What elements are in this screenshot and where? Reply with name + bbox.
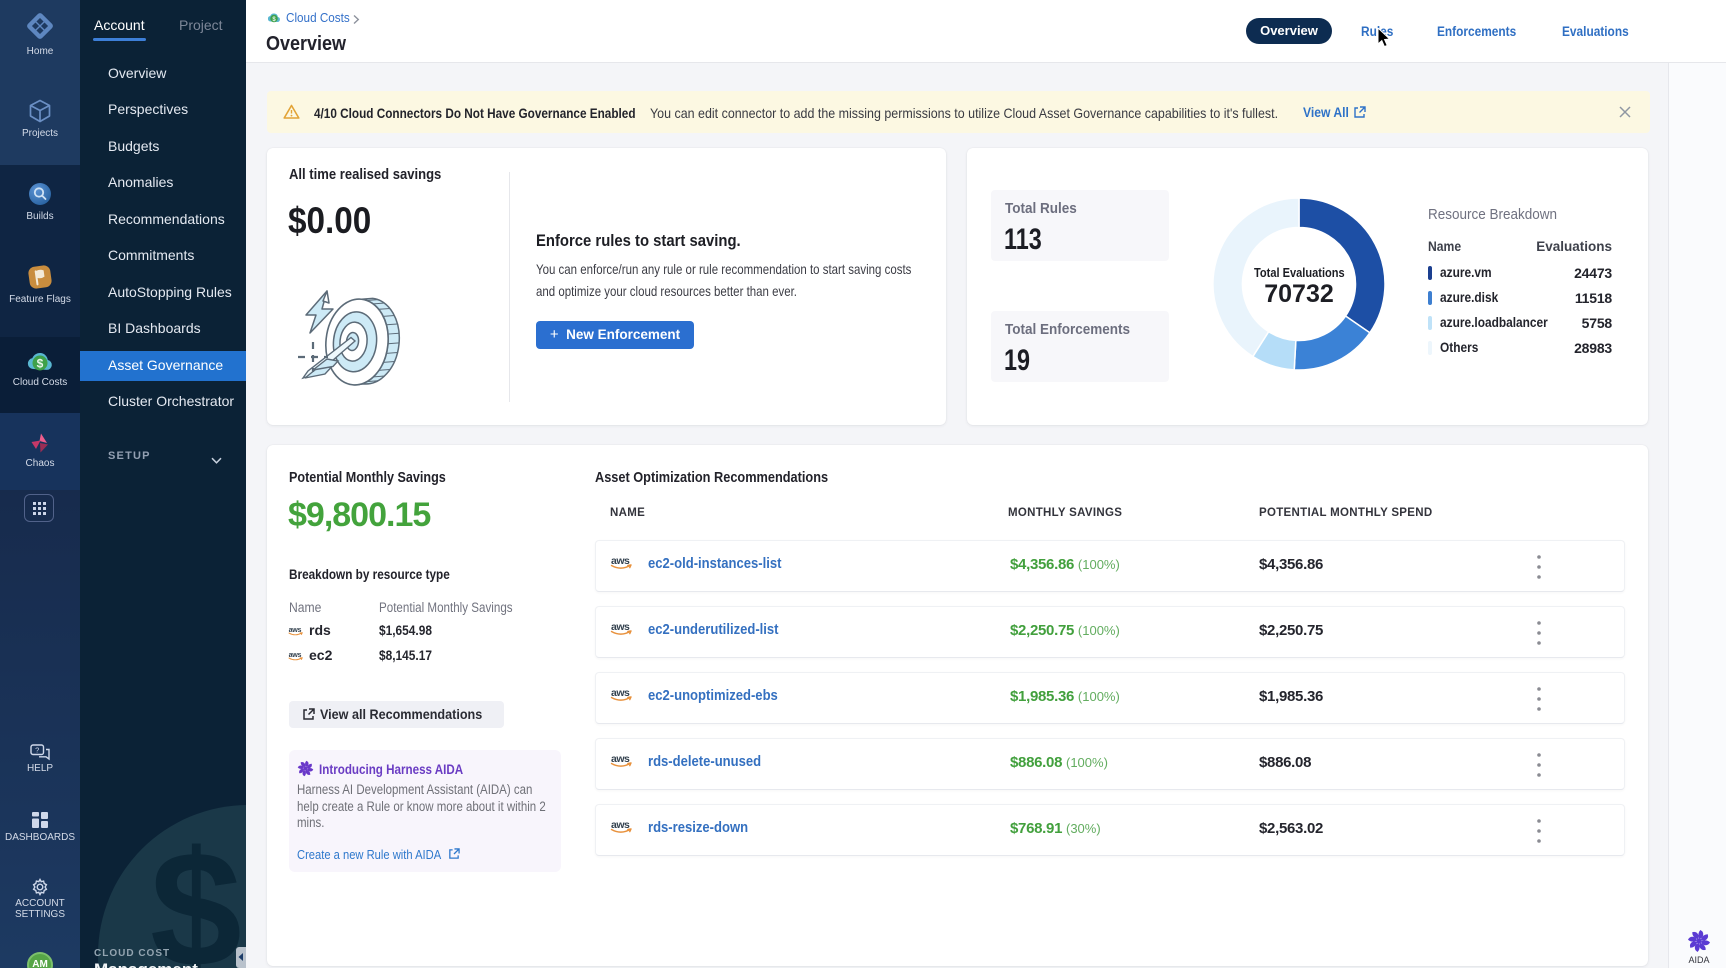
svg-text:aws: aws bbox=[289, 626, 302, 634]
svg-text:aws: aws bbox=[289, 651, 302, 659]
svg-text:?: ? bbox=[35, 746, 39, 755]
svg-text:$: $ bbox=[37, 357, 44, 371]
